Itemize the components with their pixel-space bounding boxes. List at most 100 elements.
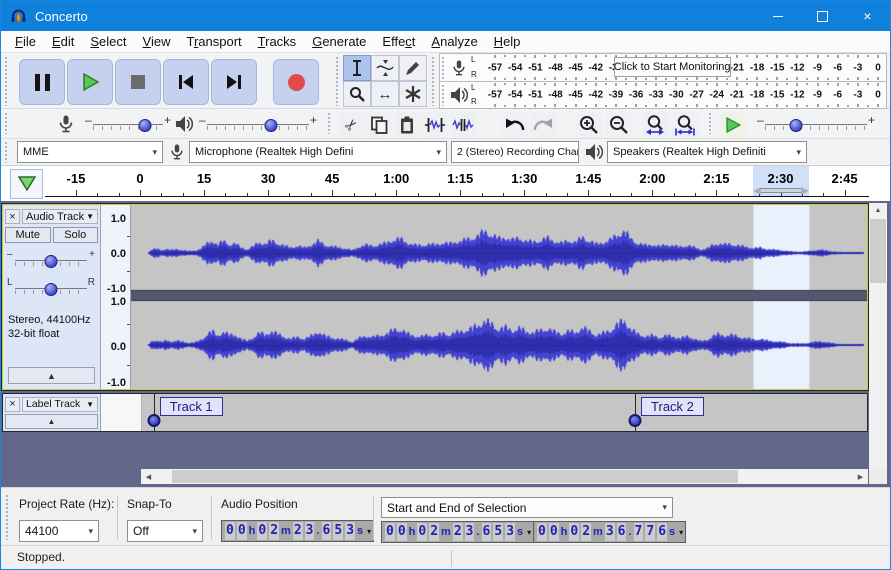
stop-button[interactable]	[115, 59, 161, 105]
play-at-speed-grip[interactable]	[708, 112, 713, 134]
play-button[interactable]	[67, 59, 113, 105]
playback-meter[interactable]: LR -57 -54 -51 -48 -45 -42 -39 -36 -33 -30 -27 -24-…	[439, 81, 887, 109]
horizontal-scrollbar[interactable]: ◀ ▶	[141, 469, 868, 484]
monitor-overlay[interactable]: Click to Start Monitoring	[613, 57, 731, 77]
mixer-toolbar-grip[interactable]	[4, 112, 9, 134]
label-track-menu[interactable]: Label Track ▼	[22, 396, 98, 412]
menu-tracks[interactable]: Tracks	[250, 32, 305, 51]
menu-help[interactable]: Help	[486, 32, 529, 51]
pan-thumb[interactable]	[44, 283, 58, 296]
selection-start-field[interactable]: 0 0 h 0 2 m 2 3. 6 5 3 s ▾	[381, 521, 535, 543]
playback-meter-grip[interactable]	[441, 84, 446, 106]
label-track-content[interactable]: Track 1 Track 2	[142, 394, 867, 431]
audio-position-field[interactable]: 0 0 h 0 2 m 2 3. 6 5 3 s ▾	[221, 520, 375, 542]
vertical-scrollbar[interactable]: ▲ ▼	[869, 203, 887, 484]
mute-button[interactable]: Mute	[5, 227, 51, 243]
menu-edit[interactable]: Edit	[44, 32, 82, 51]
audio-track-close-button[interactable]: ×	[5, 209, 20, 224]
snap-to-select[interactable]: Off ▾	[127, 520, 203, 542]
close-button[interactable]: ×	[845, 1, 890, 31]
label-track-close-button[interactable]: ×	[5, 396, 20, 412]
play-at-speed-button[interactable]	[720, 112, 746, 138]
recording-meter[interactable]: LR Click to Start Monitoring -57 -54 -51 -4…	[439, 53, 887, 82]
transport-toolbar-grip[interactable]	[4, 56, 9, 106]
scroll-right-button[interactable]: ▶	[853, 469, 868, 484]
selection-tool-button[interactable]	[343, 55, 371, 81]
horizontal-scroll-thumb[interactable]	[172, 470, 738, 483]
timeline-ruler[interactable]: -15 0 15 30 45 1:00 1:15 1:30 1:45 2:00 2:15 2:30 2:…	[45, 166, 869, 201]
play-speed-thumb[interactable]	[789, 119, 803, 132]
audio-track-menu[interactable]: Audio Track ▼	[22, 209, 98, 224]
recording-device-select[interactable]: Microphone (Realtek High Defini ▾	[189, 141, 447, 163]
selection-toolbar-grip[interactable]	[5, 494, 10, 540]
maximize-button[interactable]	[800, 1, 845, 31]
device-toolbar-grip[interactable]	[4, 141, 9, 163]
menu-select[interactable]: Select	[82, 32, 134, 51]
solo-button[interactable]: Solo	[52, 227, 98, 243]
selection-end-field[interactable]: 0 0 h 0 2 m 3 6. 7 7 6 s ▾	[533, 521, 687, 543]
playback-volume-slider[interactable]: – +	[199, 113, 317, 137]
time-field-dropdown-icon[interactable]: ▾	[527, 528, 531, 537]
zoom-fit-button[interactable]	[672, 112, 698, 138]
skip-to-start-button[interactable]	[163, 59, 209, 105]
record-button[interactable]	[273, 59, 319, 105]
zoom-tool-button[interactable]	[343, 81, 371, 107]
menu-analyze[interactable]: Analyze	[423, 32, 485, 51]
recording-volume-thumb[interactable]	[138, 119, 152, 132]
scroll-left-button[interactable]: ◀	[141, 469, 156, 484]
time-field-dropdown-icon[interactable]: ▾	[679, 528, 683, 537]
pause-button[interactable]	[19, 59, 65, 105]
pan-slider[interactable]: L R	[7, 277, 95, 301]
trim-audio-button[interactable]	[422, 112, 448, 138]
zoom-out-button[interactable]	[606, 112, 632, 138]
label-drag-handle[interactable]	[628, 414, 642, 427]
menu-generate[interactable]: Generate	[304, 32, 374, 51]
menu-transport[interactable]: Transport	[178, 32, 249, 51]
menu-effect[interactable]: Effect	[374, 32, 423, 51]
vertical-ruler[interactable]: 1.0 0.0 -1.0 1.0 0.0 -1.0	[101, 205, 131, 389]
recording-meter-mic-button[interactable]	[447, 54, 471, 81]
waveform-canvas[interactable]	[131, 205, 867, 389]
waveform-display[interactable]	[131, 205, 867, 389]
gain-thumb[interactable]	[44, 255, 58, 268]
recording-meter-grip[interactable]	[441, 56, 446, 79]
skip-to-end-button[interactable]	[211, 59, 257, 105]
menu-file[interactable]: File	[7, 32, 44, 51]
horizontal-scroll-track[interactable]	[156, 469, 853, 484]
redo-button[interactable]	[530, 112, 556, 138]
zoom-in-button[interactable]	[576, 112, 602, 138]
audio-host-select[interactable]: MME ▾	[17, 141, 163, 163]
recording-channels-select[interactable]: 2 (Stereo) Recording Channels▾	[451, 141, 579, 163]
multi-tool-button[interactable]	[399, 81, 427, 107]
undo-button[interactable]	[502, 112, 528, 138]
play-speed-slider[interactable]: – +	[757, 113, 875, 137]
zoom-selection-button[interactable]	[642, 112, 668, 138]
meter-toolbar-grip[interactable]	[431, 56, 436, 106]
pinned-play-head-button[interactable]	[10, 169, 43, 199]
gain-slider[interactable]: – +	[7, 249, 95, 273]
selection-resize-handle[interactable]	[753, 186, 810, 195]
silence-audio-button[interactable]	[450, 112, 476, 138]
edit-toolbar-grip[interactable]	[327, 112, 332, 134]
label-track-collapse-button[interactable]: ▲	[5, 414, 98, 429]
envelope-tool-button[interactable]	[371, 55, 399, 81]
draw-tool-button[interactable]	[399, 55, 427, 81]
label-text[interactable]: Track 1	[159, 397, 223, 416]
label-text[interactable]: Track 2	[641, 397, 704, 416]
audio-track-collapse-button[interactable]: ▲	[8, 367, 95, 384]
tools-toolbar-grip[interactable]	[335, 56, 340, 106]
time-field-dropdown-icon[interactable]: ▾	[367, 527, 371, 536]
project-rate-select[interactable]: 44100 ▾	[19, 520, 99, 542]
selection-mode-select[interactable]: Start and End of Selection ▾	[381, 497, 673, 518]
copy-button[interactable]	[366, 112, 392, 138]
playback-meter-speaker-button[interactable]	[447, 82, 471, 108]
vertical-scroll-thumb[interactable]	[870, 219, 886, 283]
paste-button[interactable]	[394, 112, 420, 138]
scroll-up-button[interactable]: ▲	[869, 203, 887, 218]
time-shift-tool-button[interactable]: ↔	[371, 81, 399, 107]
playback-volume-thumb[interactable]	[264, 119, 278, 132]
label-drag-handle[interactable]	[147, 414, 161, 427]
menu-view[interactable]: View	[135, 32, 179, 51]
cut-button[interactable]: ✂	[338, 112, 364, 138]
recording-volume-slider[interactable]: – +	[85, 113, 171, 137]
